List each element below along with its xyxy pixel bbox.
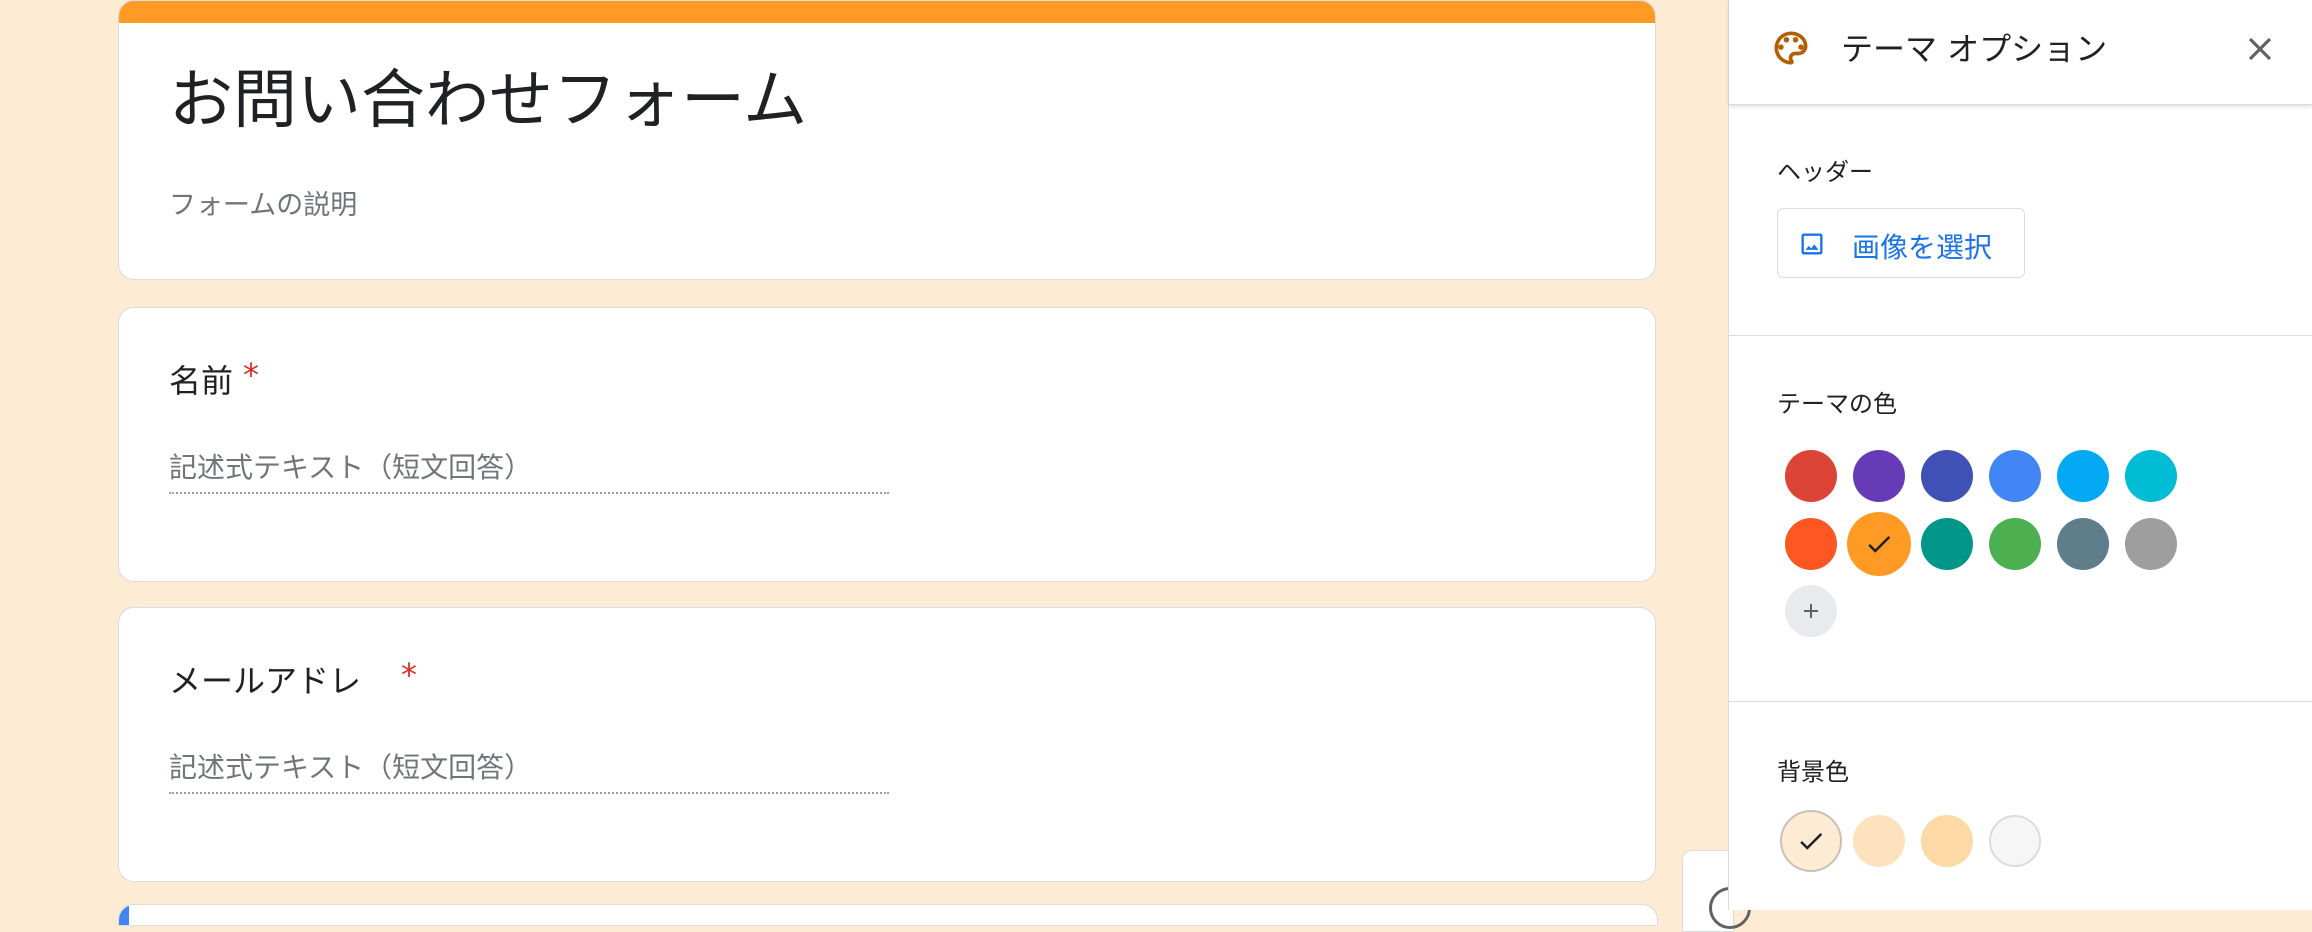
theme-color-section: テーマの色 <box>1729 336 2312 702</box>
theme-color-swatch[interactable] <box>2125 518 2177 570</box>
short-answer-field: 記述式テキスト（短文回答） <box>169 746 889 794</box>
theme-color-swatch[interactable] <box>1921 518 1973 570</box>
question-card-email[interactable]: メールアドレ * 記述式テキスト（短文回答） <box>118 607 1656 882</box>
background-color-swatch[interactable] <box>1921 815 1973 867</box>
panel-header: テーマ オプション <box>1729 0 2312 105</box>
question-card-name[interactable]: 名前 * 記述式テキスト（短文回答） <box>118 307 1656 582</box>
theme-color-label: テーマの色 <box>1777 390 1897 418</box>
short-answer-placeholder: 記述式テキスト（短文回答） <box>169 451 533 484</box>
panel-title: テーマ オプション <box>1841 30 2108 68</box>
header-section-label: ヘッダー <box>1777 158 1873 186</box>
background-color-swatch-selected[interactable] <box>1780 810 1842 872</box>
theme-color-swatch-selected[interactable] <box>1847 512 1911 576</box>
background-color-swatch[interactable] <box>1989 815 2041 867</box>
floating-toolbar[interactable] <box>1682 850 1751 932</box>
theme-color-swatch[interactable] <box>1989 450 2041 502</box>
required-asterisk: * <box>401 656 417 694</box>
background-color-swatch[interactable] <box>1853 815 1905 867</box>
theme-color-swatch[interactable] <box>2125 450 2177 502</box>
question-card-partial[interactable] <box>118 904 1658 926</box>
form-description-field[interactable]: フォームの説明 <box>169 183 357 222</box>
theme-color-swatch[interactable] <box>2057 518 2109 570</box>
theme-options-panel: テーマ オプション ヘッダー 画像を選択 テーマの色 背景色 <box>1728 0 2312 910</box>
check-icon <box>1868 535 1891 553</box>
theme-color-swatch[interactable] <box>1989 518 2041 570</box>
check-icon <box>1800 832 1823 850</box>
theme-color-swatch[interactable] <box>2057 450 2109 502</box>
form-header-accent-bar <box>119 1 1655 23</box>
theme-color-swatch[interactable] <box>1785 518 1837 570</box>
theme-color-swatch[interactable] <box>1785 450 1837 502</box>
select-image-label: 画像を選択 <box>1852 231 1993 264</box>
form-title-card: お問い合わせフォーム フォームの説明 <box>118 0 1656 280</box>
select-image-button[interactable]: 画像を選択 <box>1777 208 2025 278</box>
header-section: ヘッダー 画像を選択 <box>1729 104 2312 336</box>
short-answer-placeholder: 記述式テキスト（短文回答） <box>169 751 533 784</box>
close-icon[interactable] <box>2241 30 2279 68</box>
short-answer-field: 記述式テキスト（短文回答） <box>169 446 889 494</box>
question-title: 名前 <box>169 362 234 400</box>
background-color-label: 背景色 <box>1777 758 1849 786</box>
theme-color-swatch[interactable] <box>1853 450 1905 502</box>
plus-icon <box>1804 604 1818 618</box>
background-color-section: 背景色 <box>1729 702 2312 910</box>
active-card-indicator <box>119 905 129 925</box>
required-asterisk: * <box>243 356 259 394</box>
add-custom-color-button[interactable] <box>1785 585 1837 637</box>
image-icon <box>1801 233 1823 255</box>
form-title[interactable]: お問い合わせフォーム <box>169 61 807 141</box>
theme-color-swatch[interactable] <box>1921 450 1973 502</box>
question-title: メールアドレ <box>169 662 362 700</box>
palette-icon <box>1774 31 1808 65</box>
